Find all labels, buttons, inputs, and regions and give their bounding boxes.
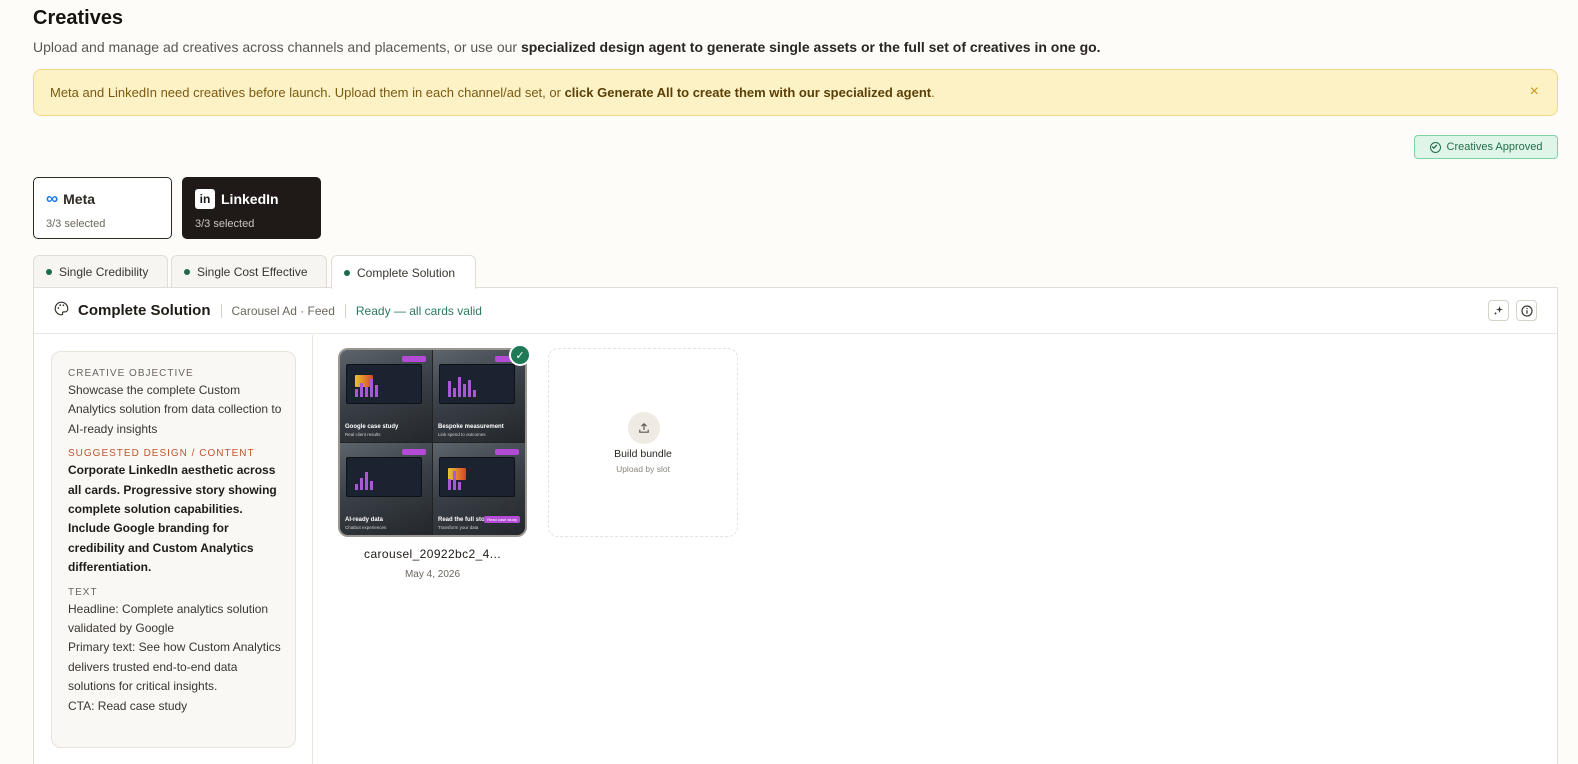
creative-thumbnail[interactable]: Google case study Real client results Be…: [338, 348, 527, 537]
channel-count: 3/3 selected: [46, 218, 106, 230]
tab-label: Single Cost Effective: [197, 265, 308, 279]
card-caption: Read the full story: [438, 517, 491, 523]
header-divider: [220, 303, 222, 318]
tab-complete-solution[interactable]: Complete Solution: [331, 255, 476, 289]
panel-header: Complete Solution Carousel Ad · Feed Rea…: [34, 288, 1557, 334]
info-button[interactable]: [1516, 300, 1537, 321]
panel-title: Complete Solution: [78, 302, 211, 319]
tab-single-cost-effective[interactable]: Single Cost Effective: [171, 255, 327, 288]
generate-sparkle-button[interactable]: [1488, 300, 1509, 321]
cta-text: CTA: Read case study: [68, 698, 188, 713]
carousel-card: AI-ready data Chatbot experiences: [340, 443, 432, 535]
upload-slot-subtitle: Upload by slot: [616, 464, 670, 474]
channel-name: LinkedIn: [221, 191, 279, 207]
sparkle-icon: [1493, 306, 1503, 316]
channel-name-row: in LinkedIn: [195, 189, 320, 209]
page-subtitle: Upload and manage ad creatives across ch…: [33, 39, 1101, 55]
primary-text: Primary text: See how Custom Analytics d…: [68, 640, 281, 694]
carousel-card: Google case study Real client results: [340, 350, 432, 442]
creatives-approved-badge: Creatives Approved: [1414, 135, 1558, 159]
dashboard-screen: [346, 457, 422, 497]
card-caption: AI-ready data: [345, 517, 384, 523]
creative-panel: Complete Solution Carousel Ad · Feed Rea…: [33, 287, 1558, 764]
status-dot-icon: [184, 269, 190, 275]
design-text: Corporate LinkedIn aesthetic across all …: [68, 463, 277, 575]
banner-text: Meta and LinkedIn need creatives before …: [50, 85, 561, 100]
page-title: Creatives: [33, 7, 124, 29]
tab-single-credibility[interactable]: Single Credibility: [33, 255, 168, 288]
linkedin-logo-icon: in: [195, 189, 215, 209]
ad-format-label: Carousel Ad · Feed: [231, 303, 335, 318]
launch-warning-banner: Meta and LinkedIn need creatives before …: [33, 69, 1558, 116]
tab-label: Complete Solution: [357, 265, 456, 280]
validation-status: Ready — all cards valid: [355, 303, 482, 318]
channel-name-row: ∞ Meta: [46, 189, 171, 209]
brand-tag: [402, 356, 426, 362]
subtitle-text: Upload and manage ad creatives across ch…: [33, 39, 521, 55]
subtitle-bold-text: specialized design agent to generate sin…: [520, 39, 1101, 55]
card-subcaption: Link spend to outcomes: [438, 432, 486, 437]
creative-file-name: carousel_20922bc2_4...: [364, 547, 501, 561]
channel-count: 3/3 selected: [195, 218, 255, 230]
creative-date: May 4, 2026: [404, 569, 461, 580]
palette-icon: [54, 301, 69, 320]
sidebar-divider: [312, 335, 313, 764]
dashboard-screen: [346, 364, 422, 404]
objective-label: Creative Objective: [68, 368, 194, 379]
brand-tag: [495, 449, 519, 455]
text-label: Text: [68, 586, 98, 598]
creative-brief-card: Creative Objective Showcase the complete…: [51, 351, 296, 748]
channel-card-meta[interactable]: ∞ Meta 3/3 selected: [33, 177, 172, 239]
selected-check-badge: ✓: [509, 344, 531, 366]
card-subcaption: Real client results: [345, 432, 381, 437]
card-caption: Bespoke measurement: [438, 424, 504, 430]
headline-text: Headline: Complete analytics solution va…: [68, 601, 269, 636]
carousel-card: Bespoke measurement Link spend to outcom…: [433, 350, 525, 442]
check-circle-icon: [1429, 141, 1441, 153]
carousel-preview-grid: Google case study Real client results Be…: [340, 350, 525, 535]
approved-label: Creatives Approved: [1446, 141, 1543, 153]
header-divider: [344, 303, 346, 318]
dashboard-screen: [439, 457, 515, 497]
upload-slot[interactable]: Build bundle Upload by slot: [548, 348, 738, 537]
card-caption: Google case study: [345, 424, 399, 430]
status-dot-icon: [344, 269, 350, 276]
design-label: Suggested Design / Content: [68, 448, 255, 460]
info-icon: [1520, 304, 1533, 317]
status-dot-icon: [46, 269, 52, 275]
tab-label: Single Credibility: [59, 265, 149, 279]
card-cta: Read case study: [484, 516, 520, 523]
upload-slot-title: Build bundle: [614, 448, 672, 460]
objective-text: Showcase the complete Custom Analytics s…: [68, 383, 282, 436]
banner-generate-all-text[interactable]: click Generate All to create them with o…: [565, 85, 932, 100]
card-subcaption: Chatbot experiences: [345, 525, 387, 530]
meta-logo-icon: ∞: [46, 189, 58, 208]
close-icon[interactable]: ×: [1530, 82, 1539, 102]
banner-text-end: .: [931, 85, 935, 100]
card-subcaption: Transform your data: [438, 525, 479, 530]
upload-icon: [628, 412, 660, 444]
channel-name: Meta: [63, 191, 96, 207]
dashboard-screen: [439, 364, 515, 404]
brand-tag: [402, 449, 426, 455]
channel-card-linkedin[interactable]: in LinkedIn 3/3 selected: [182, 177, 321, 239]
carousel-card: Read the full story Transform your data …: [433, 443, 525, 535]
